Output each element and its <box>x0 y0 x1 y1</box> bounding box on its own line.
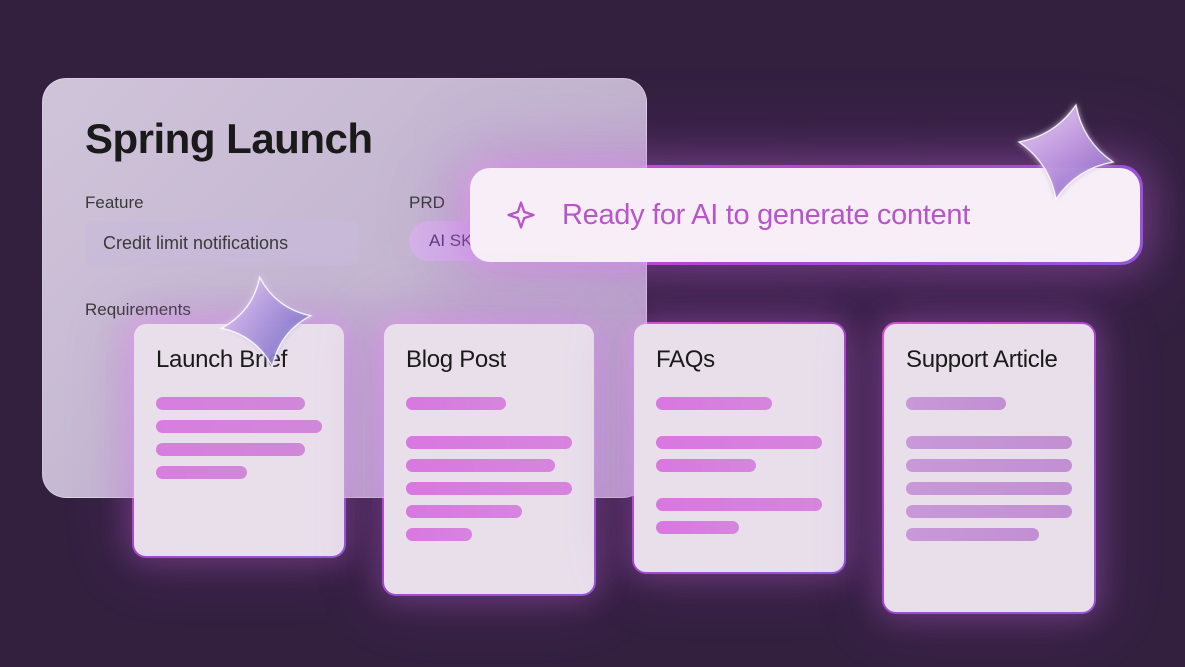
page-title: Spring Launch <box>85 115 604 163</box>
content-preview-bars <box>406 397 572 541</box>
content-preview-bars <box>156 397 322 479</box>
content-preview-bars <box>906 397 1072 541</box>
feature-label: Feature <box>85 193 359 213</box>
sparkle-icon <box>506 200 536 230</box>
card-title: Support Article <box>906 346 1072 375</box>
card-title: Launch Brief <box>156 346 322 375</box>
blog-post-card[interactable]: Blog Post <box>384 324 594 594</box>
launch-brief-card[interactable]: Launch Brief <box>134 324 344 556</box>
card-title: Blog Post <box>406 346 572 375</box>
feature-field-group: Feature <box>85 193 359 266</box>
content-preview-bars <box>656 397 822 534</box>
ai-banner-text: Ready for AI to generate content <box>562 199 970 232</box>
feature-input[interactable] <box>85 221 359 266</box>
ai-ready-banner[interactable]: Ready for AI to generate content <box>470 168 1140 262</box>
requirements-label: Requirements <box>85 300 604 320</box>
card-title: FAQs <box>656 346 822 375</box>
support-article-card[interactable]: Support Article <box>884 324 1094 612</box>
document-cards-row: Launch Brief Blog Post FAQs <box>134 324 1094 612</box>
faqs-card[interactable]: FAQs <box>634 324 844 572</box>
